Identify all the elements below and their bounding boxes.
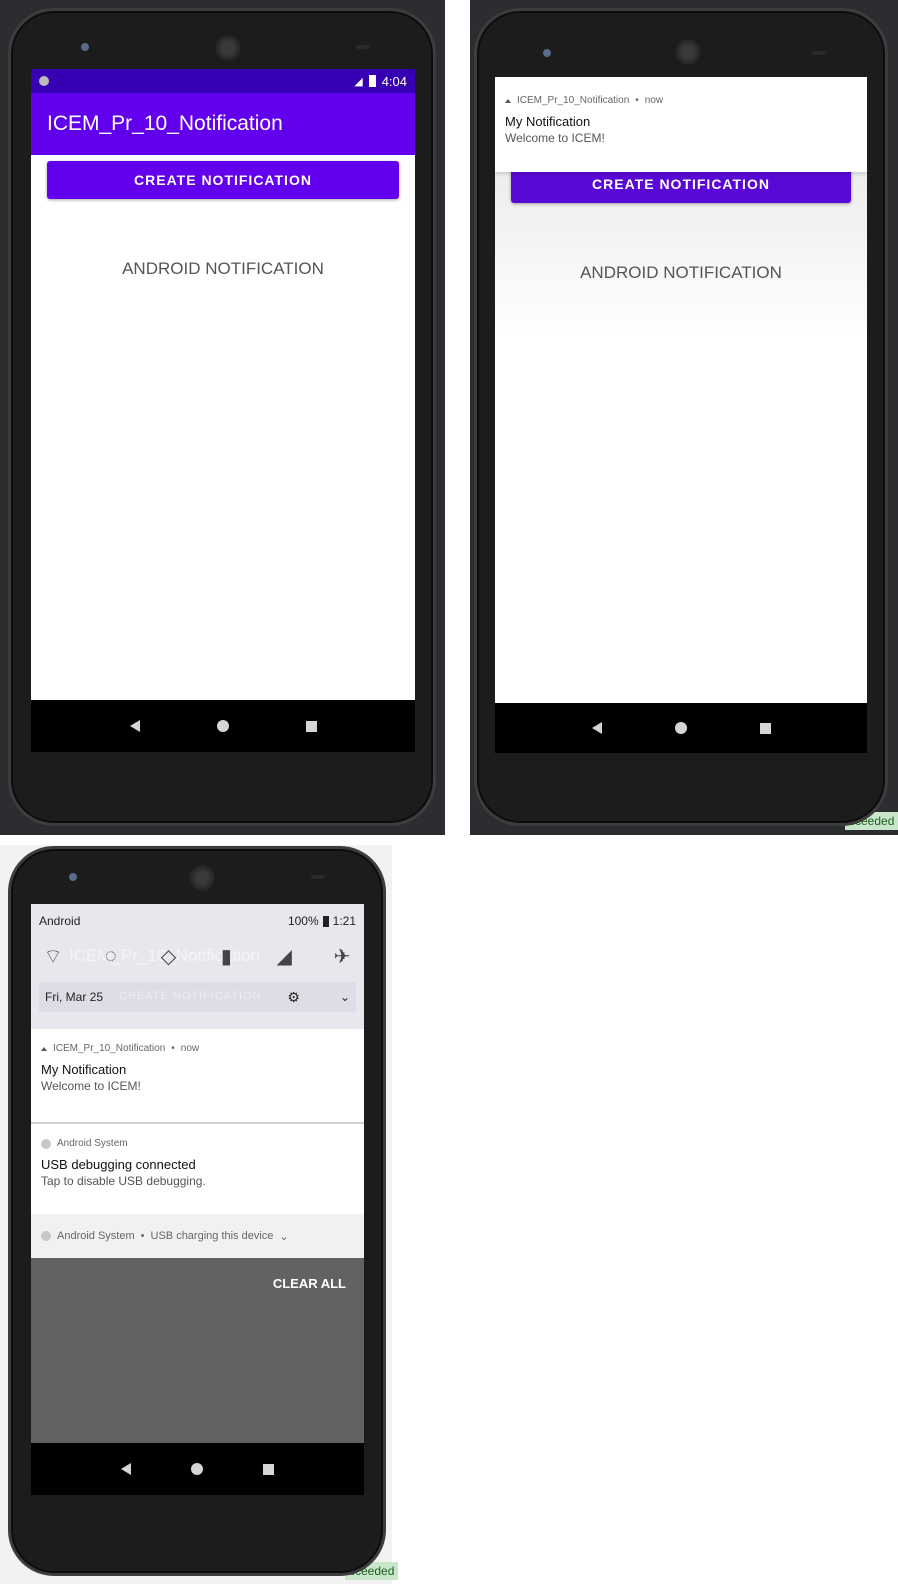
proximity-sensor bbox=[812, 51, 826, 55]
heads-up-notification[interactable]: ICEM_Pr_10_Notification • now My Notific… bbox=[495, 77, 867, 172]
phone-frame-1: ◢ 4:04 ICEM_Pr_10_Notification CREATE NO… bbox=[8, 8, 436, 826]
notification-summary: USB charging this device bbox=[150, 1230, 274, 1242]
front-camera bbox=[81, 43, 89, 51]
rotate-icon[interactable]: ◇ bbox=[155, 944, 183, 969]
separator-dot: • bbox=[635, 95, 639, 106]
status-bar: ◢ 4:04 bbox=[31, 69, 415, 93]
wifi-off-icon[interactable]: ⌔ bbox=[39, 944, 67, 969]
earpiece bbox=[215, 35, 241, 61]
expand-chevron-icon[interactable]: ⌄ bbox=[279, 1230, 288, 1243]
navigation-bar bbox=[31, 700, 415, 752]
proximity-sensor bbox=[311, 875, 325, 879]
notification-app-name: Android System bbox=[57, 1230, 135, 1242]
navigation-bar bbox=[31, 1443, 364, 1495]
front-camera bbox=[69, 873, 77, 881]
app-small-icon bbox=[505, 98, 511, 103]
home-icon[interactable] bbox=[191, 1463, 203, 1475]
quick-settings-panel: Android 100% 1:21 ICEM_Pr_10_Notificatio… bbox=[31, 904, 364, 1029]
android-notification-label: ANDROID NOTIFICATION bbox=[580, 263, 782, 282]
chevron-down-icon[interactable]: ⌄ bbox=[340, 990, 350, 1004]
proximity-sensor bbox=[356, 45, 370, 49]
screen-3: Android 100% 1:21 ICEM_Pr_10_Notificatio… bbox=[31, 904, 364, 1495]
carrier-name: Android bbox=[39, 914, 81, 928]
home-icon[interactable] bbox=[674, 722, 687, 734]
app-bar-title: ICEM_Pr_10_Notification bbox=[31, 93, 415, 155]
screen-1: ◢ 4:04 ICEM_Pr_10_Notification CREATE NO… bbox=[31, 69, 415, 752]
phone-frame-2: CREATE NOTIFICATION ANDROID NOTIFICATION… bbox=[474, 8, 888, 826]
battery-icon bbox=[322, 915, 329, 927]
phone-frame-3: Android 100% 1:21 ICEM_Pr_10_Notificatio… bbox=[8, 846, 386, 1576]
back-icon[interactable] bbox=[129, 720, 140, 732]
notification-time: now bbox=[644, 95, 664, 106]
ghost-create-button: CREATE NOTIFICATION bbox=[119, 990, 262, 1002]
separator-dot: • bbox=[140, 1230, 145, 1242]
android-system-icon bbox=[41, 1138, 51, 1149]
notification-body: Welcome to ICEM! bbox=[41, 1079, 141, 1093]
earpiece bbox=[189, 865, 215, 891]
status-time: 4:04 bbox=[381, 73, 407, 89]
app-notification[interactable]: ICEM_Pr_10_Notification • now My Notific… bbox=[31, 1029, 364, 1124]
clear-all-button[interactable]: CLEAR ALL bbox=[273, 1276, 346, 1291]
date-label: Fri, Mar 25 bbox=[45, 990, 104, 1004]
screen-2: CREATE NOTIFICATION ANDROID NOTIFICATION… bbox=[495, 77, 867, 753]
recents-icon[interactable] bbox=[305, 720, 317, 732]
navigation-bar bbox=[495, 703, 867, 753]
android-notification-label: ANDROID NOTIFICATION bbox=[122, 259, 324, 278]
battery-saver-icon[interactable]: ▮ bbox=[212, 944, 240, 969]
notification-app-name: ICEM_Pr_10_Notification bbox=[517, 95, 630, 106]
recents-icon[interactable] bbox=[263, 1463, 274, 1475]
notification-shade-backdrop: CLEAR ALL bbox=[31, 1258, 364, 1443]
lte-signal-icon: ◢ bbox=[354, 75, 363, 88]
notification-time: now bbox=[180, 1043, 200, 1054]
usb-debugging-notification[interactable]: Android System USB debugging connected T… bbox=[31, 1124, 364, 1214]
android-system-icon bbox=[41, 1231, 51, 1241]
lte-signal-icon[interactable]: ◢ bbox=[270, 944, 298, 969]
data-saver-icon[interactable]: ◌ bbox=[97, 945, 125, 968]
battery-percent: 100% bbox=[287, 914, 319, 928]
status-time: 1:21 bbox=[332, 914, 356, 928]
notification-app-name: ICEM_Pr_10_Notification bbox=[53, 1043, 166, 1054]
back-icon[interactable] bbox=[591, 722, 602, 734]
notification-title: USB debugging connected bbox=[41, 1157, 196, 1172]
notification-body: Tap to disable USB debugging. bbox=[41, 1174, 206, 1188]
back-icon[interactable] bbox=[121, 1463, 131, 1475]
notification-title: My Notification bbox=[41, 1062, 127, 1077]
notification-body: Welcome to ICEM! bbox=[505, 131, 605, 145]
notification-title: My Notification bbox=[505, 114, 591, 129]
notification-app-name: Android System bbox=[57, 1138, 128, 1149]
usb-charging-notification[interactable]: Android System • USB charging this devic… bbox=[31, 1214, 364, 1258]
notification-dot-icon bbox=[39, 76, 49, 86]
earpiece bbox=[675, 39, 701, 65]
app-small-icon bbox=[41, 1046, 47, 1051]
separator-dot: • bbox=[171, 1043, 175, 1054]
recents-icon[interactable] bbox=[759, 722, 771, 734]
battery-icon bbox=[368, 75, 376, 87]
home-icon[interactable] bbox=[216, 720, 229, 732]
create-notification-button[interactable]: CREATE NOTIFICATION bbox=[47, 161, 399, 199]
settings-icon[interactable]: ⚙ bbox=[287, 989, 300, 1006]
airplane-mode-icon[interactable]: ✈ bbox=[328, 944, 356, 969]
front-camera bbox=[543, 49, 551, 57]
